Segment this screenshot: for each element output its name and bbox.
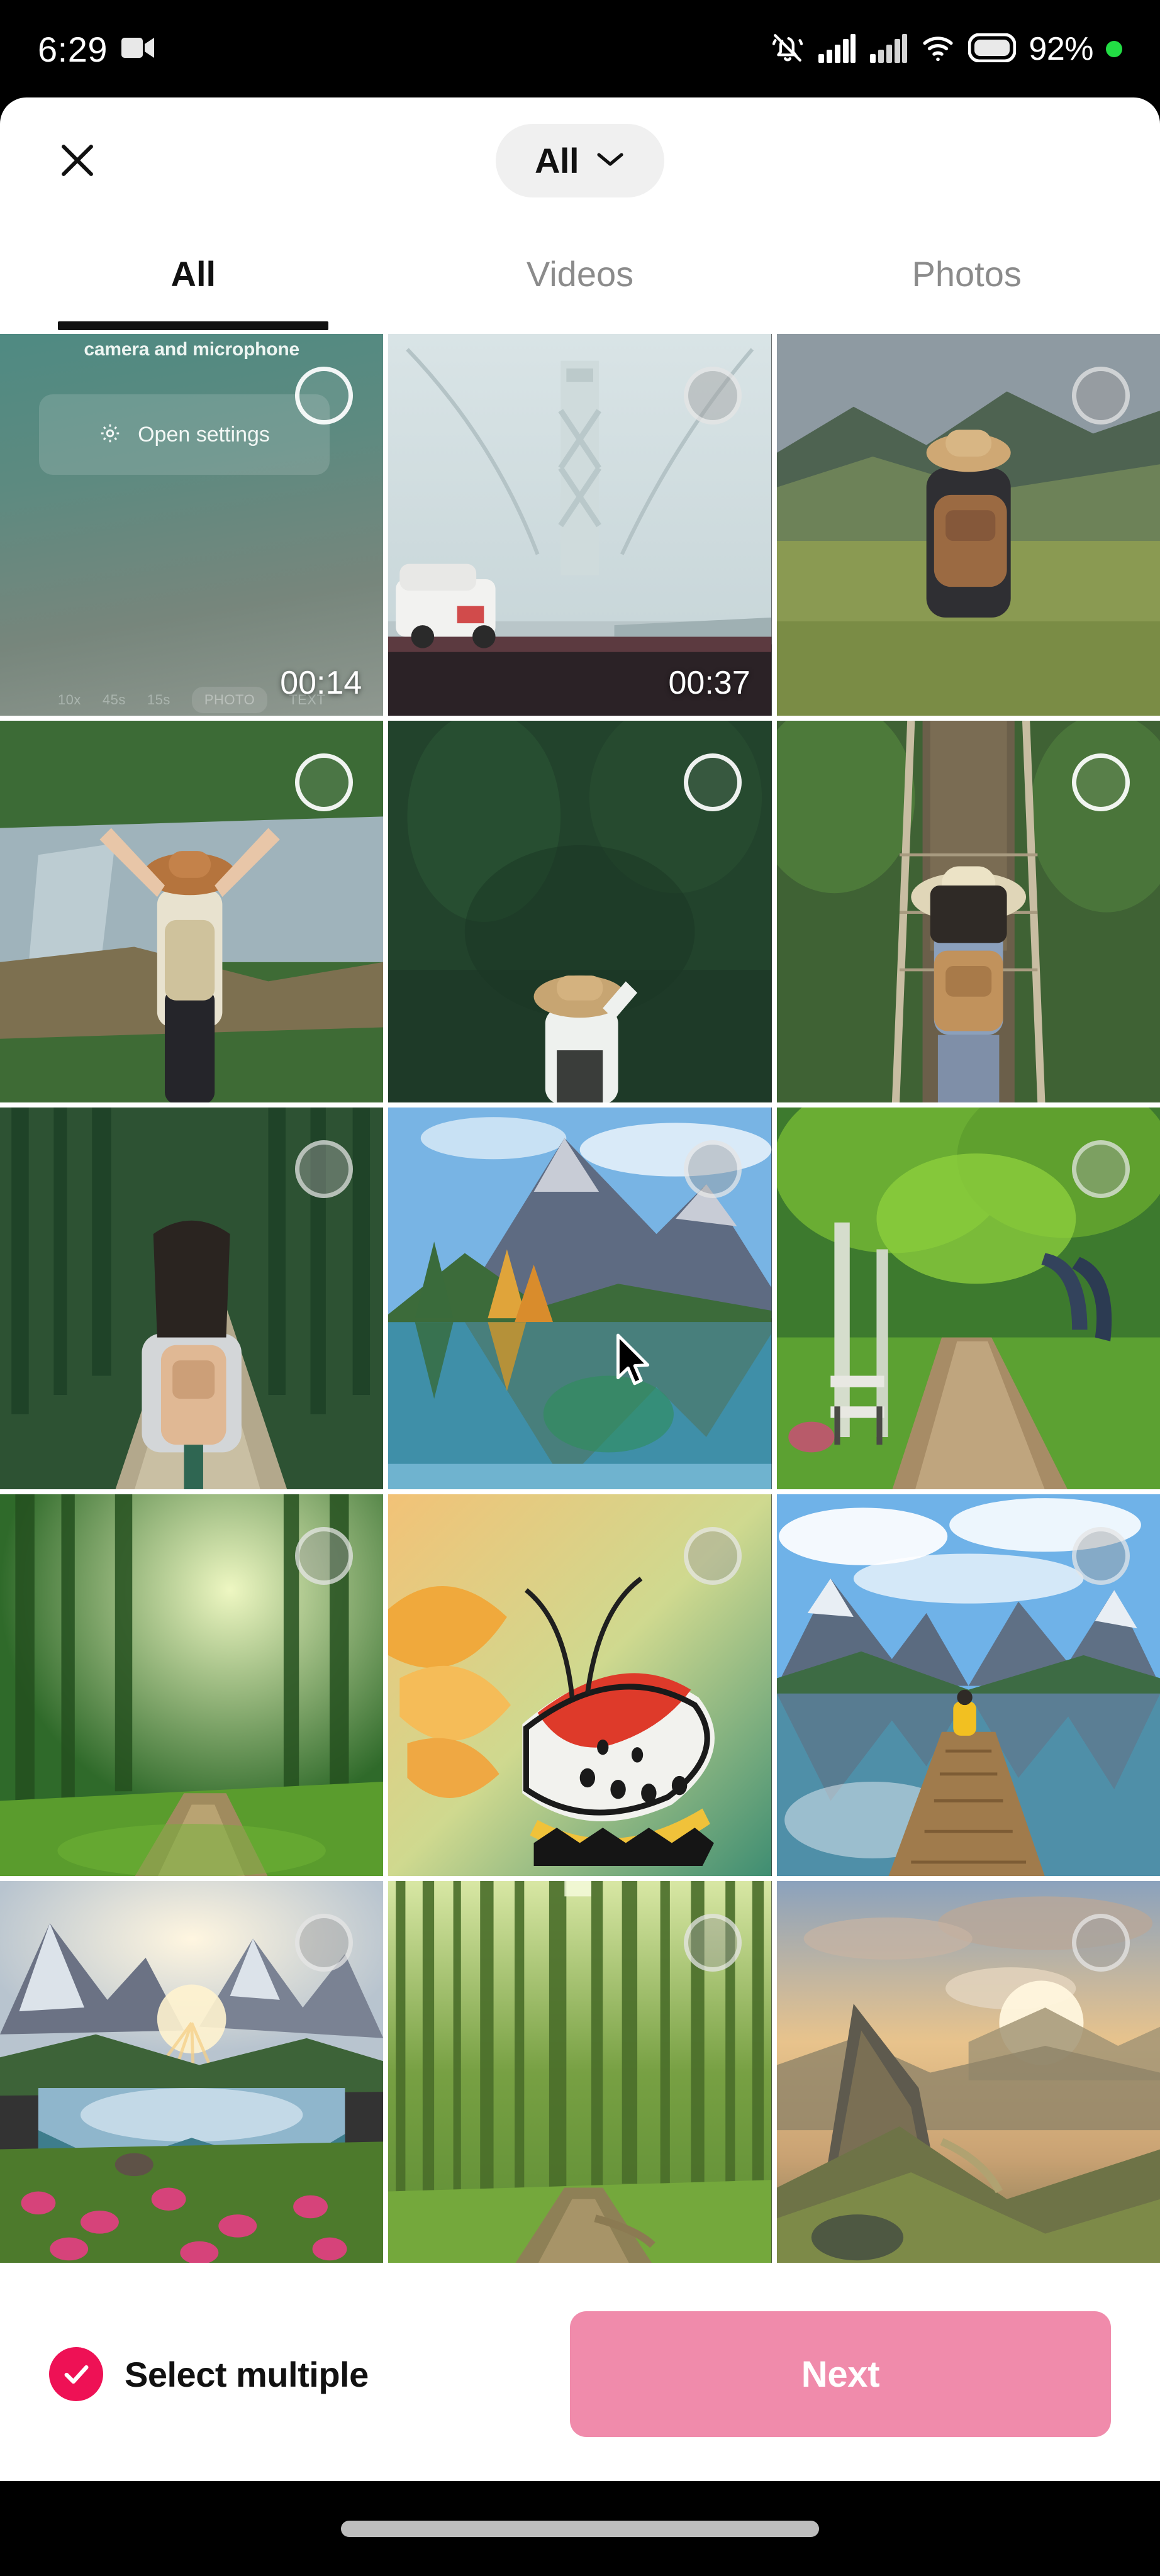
status-bar: 6:29 92% [0, 0, 1160, 98]
selection-checkbox[interactable] [683, 1914, 742, 1972]
media-tile-sunbeam-forest[interactable] [0, 1494, 384, 1876]
selection-checkbox[interactable] [1071, 1527, 1130, 1585]
chevron-down-icon [595, 150, 625, 172]
battery-percent: 92% [1029, 31, 1093, 67]
media-tile-meadow-hiker[interactable] [776, 334, 1160, 716]
media-grid: camera and microphone Open settings 10x … [0, 334, 1160, 2263]
picker-bottom-bar: Select multiple Next [0, 2267, 1160, 2481]
status-bar-left: 6:29 [38, 29, 155, 70]
home-indicator[interactable] [341, 2520, 819, 2537]
media-tile-green-path-bench[interactable] [776, 1108, 1160, 1489]
media-tile-forest-trail[interactable] [0, 1108, 384, 1489]
check-icon [64, 2365, 89, 2384]
notifications-silenced-icon [771, 31, 805, 68]
media-tile-dark-forest[interactable] [388, 721, 772, 1102]
battery-icon [968, 33, 1017, 65]
tab-photos-label: Photos [912, 253, 1022, 294]
status-time: 6:29 [38, 29, 108, 69]
selection-checkbox[interactable] [295, 1140, 354, 1198]
album-filter-dropdown[interactable]: All [495, 123, 665, 197]
tab-videos[interactable]: Videos [387, 223, 774, 324]
open-settings-label: Open settings [138, 422, 270, 447]
select-multiple-checkbox[interactable] [49, 2347, 103, 2401]
media-tile-bridge-video[interactable]: 00:37 [388, 334, 772, 716]
selection-checkbox[interactable] [295, 1914, 354, 1972]
media-tile-wildflower-lake[interactable] [0, 1881, 384, 2263]
selection-checkbox[interactable] [683, 753, 742, 811]
camera-mode-3: PHOTO [191, 687, 268, 713]
media-picker-sheet: All All Videos Photos camera and microph… [0, 97, 1160, 2481]
selection-checkbox[interactable] [683, 1527, 742, 1585]
tab-photos[interactable]: Photos [773, 223, 1160, 324]
cellular-signal-2-icon [869, 33, 908, 66]
selection-checkbox[interactable] [295, 1527, 354, 1585]
status-bar-right: 92% [771, 30, 1122, 68]
open-settings-button-overlay: Open settings [39, 394, 330, 475]
camera-mode-1: 45s [102, 692, 126, 708]
select-multiple-label: Select multiple [125, 2354, 369, 2394]
selection-checkbox[interactable] [683, 367, 742, 425]
cellular-signal-1-icon [817, 33, 856, 66]
system-nav-bar [0, 2481, 1160, 2576]
selection-checkbox[interactable] [295, 753, 354, 811]
video-duration: 00:14 [280, 665, 362, 701]
video-camera-icon [121, 35, 155, 64]
privacy-indicator-dot [1106, 41, 1122, 57]
media-tile-sunset-cliffs[interactable] [776, 1881, 1160, 2263]
media-tile-waterfall-celebration[interactable] [0, 721, 384, 1102]
tab-videos-label: Videos [526, 253, 634, 294]
tab-all[interactable]: All [0, 223, 387, 330]
camera-mode-0: 10x [57, 692, 81, 708]
picker-header: All [0, 97, 1160, 223]
selection-checkbox[interactable] [295, 367, 354, 425]
video-duration: 00:37 [668, 665, 750, 701]
phone-screen: 6:29 92% All All Videos Photos camera an… [0, 0, 1160, 2576]
select-multiple-toggle[interactable]: Select multiple [49, 2347, 369, 2401]
camera-mode-2: 15s [147, 692, 170, 708]
recording-permission-title: camera and microphone [84, 339, 299, 360]
selection-checkbox[interactable] [1071, 753, 1130, 811]
selection-checkbox[interactable] [683, 1140, 742, 1198]
selection-checkbox[interactable] [1071, 1140, 1130, 1198]
media-tile-butterfly[interactable] [388, 1494, 772, 1876]
media-tile-lake-pier[interactable] [776, 1494, 1160, 1876]
close-button[interactable] [49, 132, 106, 189]
next-button[interactable]: Next [570, 2311, 1111, 2437]
media-tile-tall-forest[interactable] [388, 1881, 772, 2263]
tab-all-label: All [170, 253, 216, 294]
selection-checkbox[interactable] [1071, 1914, 1130, 1972]
media-tile-video-recording[interactable]: camera and microphone Open settings 10x … [0, 334, 384, 716]
album-filter-label: All [534, 140, 579, 180]
next-button-label: Next [801, 2353, 880, 2395]
selection-checkbox[interactable] [1071, 367, 1130, 425]
wifi-icon [920, 33, 956, 66]
media-tile-autumn-lake[interactable] [388, 1108, 772, 1489]
tab-active-indicator [58, 321, 329, 330]
media-tile-rope-bridge[interactable] [776, 721, 1160, 1102]
gear-icon [99, 422, 121, 448]
media-type-tabs: All Videos Photos [0, 223, 1160, 330]
